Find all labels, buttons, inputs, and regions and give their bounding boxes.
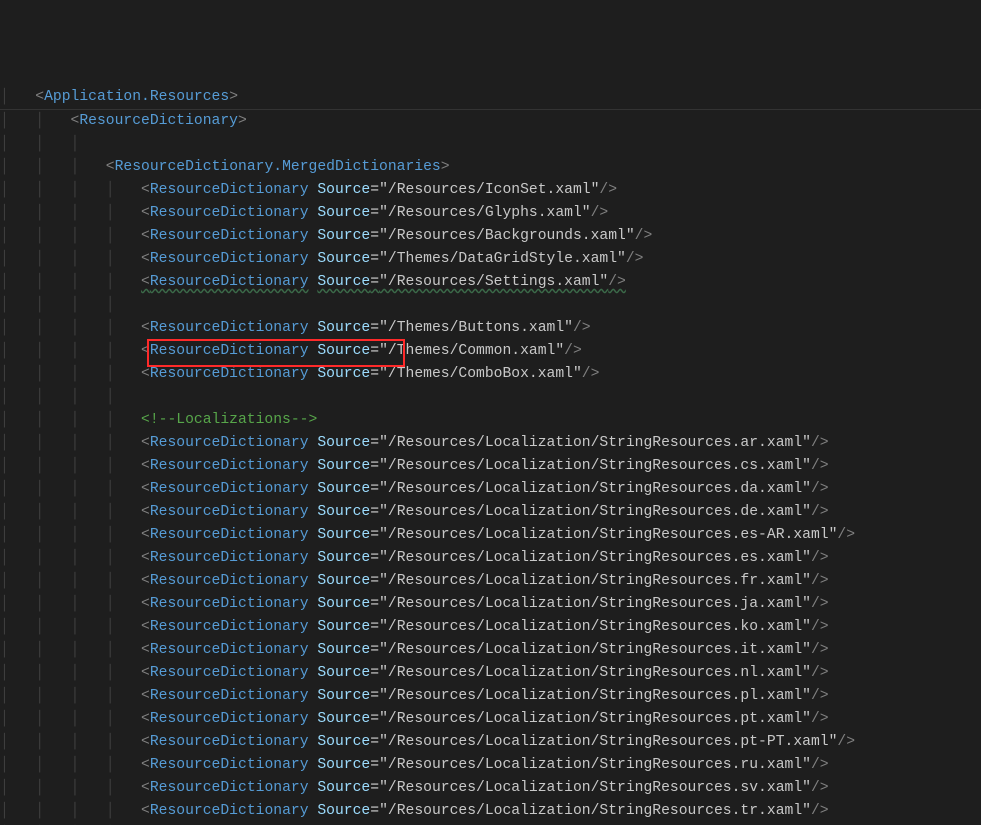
code-line[interactable]: │ │ │ │ <ResourceDictionary Source="/Res… [0,593,981,616]
code-line[interactable]: │ │ │ │ <ResourceDictionary Source="/The… [0,363,981,386]
code-line[interactable]: │ │ │ │ <ResourceDictionary Source="/Res… [0,639,981,662]
code-line[interactable]: │ │ │ │ <ResourceDictionary Source="/Res… [0,616,981,639]
code-line[interactable]: │ │ │ │ <ResourceDictionary Source="/Res… [0,662,981,685]
code-line[interactable]: │ │ │ │ <ResourceDictionary Source="/Res… [0,708,981,731]
code-line[interactable]: │ │ │ │ <ResourceDictionary Source="/Res… [0,547,981,570]
code-line[interactable]: │ │ │ │ <ResourceDictionary Source="/Res… [0,455,981,478]
code-line[interactable]: │ │ │ │ <ResourceDictionary Source="/Res… [0,432,981,455]
code-line[interactable]: │ │ │ │ <ResourceDictionary Source="/Res… [0,271,981,294]
code-line[interactable]: │ <Application.Resources> [0,86,981,109]
xml-comment: <!--Localizations--> [141,412,317,428]
code-line[interactable]: │ │ │ │ <ResourceDictionary Source="/Res… [0,823,981,825]
code-line[interactable]: │ │ │ │ <ResourceDictionary Source="/Res… [0,570,981,593]
code-line[interactable]: │ │ │ │ <ResourceDictionary Source="/The… [0,248,981,271]
blank-line: │ │ │ │ [0,386,981,409]
code-line[interactable]: │ │ │ │ <ResourceDictionary Source="/Res… [0,685,981,708]
blank-line: │ │ │ │ [0,294,981,317]
code-line[interactable]: │ │ │ │ <ResourceDictionary Source="/Res… [0,478,981,501]
code-line[interactable]: │ │ │ │ <ResourceDictionary Source="/Res… [0,501,981,524]
blank-line: │ │ │ [0,133,981,156]
code-line[interactable]: │ │ │ │ <!--Localizations--> [0,409,981,432]
code-line[interactable]: │ │ │ │ <ResourceDictionary Source="/Res… [0,777,981,800]
code-line[interactable]: │ │ │ │ <ResourceDictionary Source="/Res… [0,179,981,202]
code-line[interactable]: │ │ │ │ <ResourceDictionary Source="/Res… [0,731,981,754]
code-line[interactable]: │ │ │ │ <ResourceDictionary Source="/Res… [0,202,981,225]
code-line[interactable]: │ │ │ │ <ResourceDictionary Source="/The… [0,340,981,363]
code-line[interactable]: │ │ │ │ <ResourceDictionary Source="/Res… [0,225,981,248]
code-line[interactable]: │ │ │ │ <ResourceDictionary Source="/The… [0,317,981,340]
code-line[interactable]: │ │ <ResourceDictionary> [0,110,981,133]
code-line[interactable]: │ │ │ │ <ResourceDictionary Source="/Res… [0,800,981,823]
code-editor[interactable]: │ <Application.Resources>│ │ <ResourceDi… [0,80,981,825]
code-line[interactable]: │ │ │ <ResourceDictionary.MergedDictiona… [0,156,981,179]
code-line[interactable]: │ │ │ │ <ResourceDictionary Source="/Res… [0,524,981,547]
code-line[interactable]: │ │ │ │ <ResourceDictionary Source="/Res… [0,754,981,777]
